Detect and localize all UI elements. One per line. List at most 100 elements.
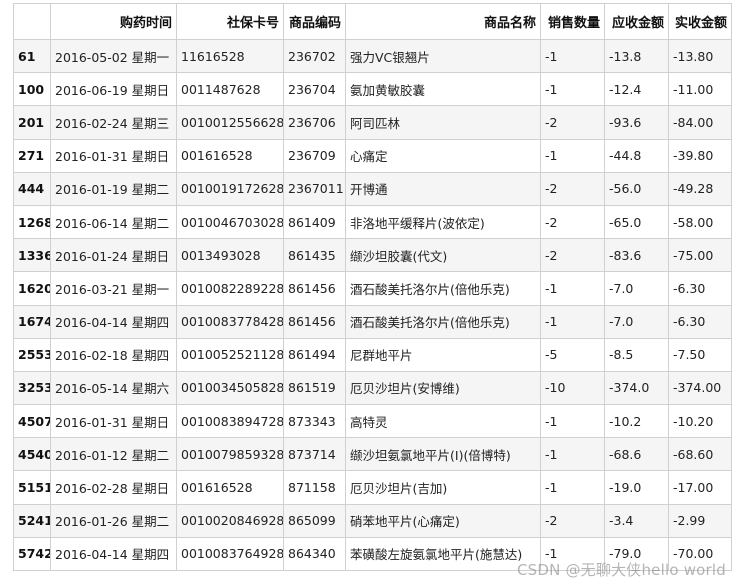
purchase-time-cell: 2016-03-21 星期一 [50,271,177,306]
sales-quantity-cell: -1 [540,470,605,505]
amount-received-cell: -7.50 [668,337,732,372]
table-row: 1674 2016-04-14 星期四 0010083778428 861456 酒石酸… [13,304,732,339]
amount-receivable-cell: -19.0 [604,470,669,505]
product-name-cell: 高特灵 [345,404,541,439]
row-index: 1674 [13,304,51,339]
table-row: 5151 2016-02-28 星期日 001616528 871158 厄贝沙坦片(吉… [13,470,732,505]
row-index: 444 [13,171,51,206]
amount-receivable-cell: -3.4 [604,503,669,538]
insurance-card-cell: 0010046703028 [176,204,284,240]
table-row: 1268 2016-06-14 星期二 0010046703028 861409 非洛地… [13,204,732,240]
product-name-cell: 非洛地平缓释片(波依定) [345,204,541,240]
amount-received-cell: -2.99 [668,503,732,538]
purchase-time-cell: 2016-01-24 星期日 [50,238,177,273]
amount-received-cell: -84.00 [668,105,732,140]
row-index: 2553 [13,337,51,372]
sales-quantity-cell: -1 [540,437,605,472]
amount-receivable-cell: -12.4 [604,72,669,107]
product-name-cell: 阿司匹林 [345,105,541,140]
sales-quantity-cell: -2 [540,503,605,538]
row-index: 3253 [13,370,51,406]
sales-quantity-cell: -2 [540,105,605,140]
sales-quantity-cell: -5 [540,337,605,372]
amount-receivable-cell: -7.0 [604,304,669,339]
amount-receivable-cell: -44.8 [604,138,669,173]
purchase-time-cell: 2016-06-14 星期二 [50,204,177,240]
product-code-cell: 861494 [283,337,346,372]
purchase-time-cell: 2016-02-24 星期三 [50,105,177,140]
sales-quantity-cell: -2 [540,171,605,206]
product-name-cell: 硝苯地平片(心痛定) [345,503,541,538]
product-code-cell: 2367011 [283,171,346,206]
row-index: 5742 [13,536,51,572]
amount-received-cell: -11.00 [668,72,732,107]
amount-receivable-cell: -65.0 [604,204,669,240]
purchase-time-header: 购药时间 [50,3,177,40]
sales-quantity-cell: -2 [540,204,605,240]
amount-received-cell: -17.00 [668,470,732,505]
insurance-card-cell: 0010019172628 [176,171,284,206]
table-row: 201 2016-02-24 星期三 0010012556628 236706 阿司匹林… [13,105,732,140]
table-row: 1620 2016-03-21 星期一 0010082289228 861456 酒石酸… [13,271,732,306]
amount-receivable-cell: -93.6 [604,105,669,140]
sales-quantity-cell: -1 [540,404,605,439]
index-header [13,3,51,40]
insurance-card-cell: 0010079859328 [176,437,284,472]
row-index: 100 [13,72,51,107]
amount-received-cell: -68.60 [668,437,732,472]
sales-quantity-cell: -1 [540,304,605,339]
sales-quantity-cell: -1 [540,271,605,306]
product-name-cell: 酒石酸美托洛尔片(倍他乐克) [345,271,541,306]
product-code-cell: 861456 [283,271,346,306]
product-code-cell: 873714 [283,437,346,472]
table-row: 444 2016-01-19 星期二 0010019172628 2367011 开博通… [13,171,732,206]
insurance-card-cell: 001616528 [176,470,284,505]
sales-quantity-cell: -2 [540,238,605,273]
product-name-cell: 厄贝沙坦片(安博维) [345,370,541,406]
amount-received-cell: -58.00 [668,204,732,240]
table-row: 2553 2016-02-18 星期四 0010052521128 861494 尼群地… [13,337,732,372]
product-code-cell: 861435 [283,238,346,273]
purchase-time-cell: 2016-04-14 星期四 [50,304,177,339]
product-code-cell: 236702 [283,38,346,74]
sales-quantity-cell: -1 [540,138,605,173]
table-row: 61 2016-05-02 星期一 11616528 236702 强力VC银翘片 -1-… [13,38,732,74]
product-name-cell: 厄贝沙坦片(吉加) [345,470,541,505]
row-index: 1620 [13,271,51,306]
insurance-card-header: 社保卡号 [176,3,284,40]
data-table: 购药时间 社保卡号 商品编码 商品名称 销售数量 应收金额 实收金额 61 201… [13,3,732,572]
product-code-header: 商品编码 [283,3,346,40]
insurance-card-cell: 0010083764928 [176,536,284,572]
product-code-cell: 873343 [283,404,346,439]
product-name-cell: 苯磺酸左旋氨氯地平片(施慧达) [345,536,541,572]
purchase-time-cell: 2016-05-02 星期一 [50,38,177,74]
amount-received-cell: -6.30 [668,271,732,306]
row-index: 4540 [13,437,51,472]
product-name-cell: 强力VC银翘片 [345,38,541,74]
row-index: 61 [13,38,51,74]
product-name-cell: 缬沙坦氨氯地平片(I)(倍博特) [345,437,541,472]
product-name-cell: 缬沙坦胶囊(代文) [345,238,541,273]
amount-receivable-cell: -10.2 [604,404,669,439]
amount-received-cell: -49.28 [668,171,732,206]
insurance-card-cell: 001616528 [176,138,284,173]
purchase-time-cell: 2016-02-18 星期四 [50,337,177,372]
row-index: 1336 [13,238,51,273]
insurance-card-cell: 0010083778428 [176,304,284,339]
purchase-time-cell: 2016-04-14 星期四 [50,536,177,572]
product-name-cell: 酒石酸美托洛尔片(倍他乐克) [345,304,541,339]
product-code-cell: 861409 [283,204,346,240]
row-index: 5241 [13,503,51,538]
amount-received-cell: -374.00 [668,370,732,406]
amount-receivable-cell: -83.6 [604,238,669,273]
insurance-card-cell: 0011487628 [176,72,284,107]
insurance-card-cell: 0010082289228 [176,271,284,306]
product-name-cell: 心痛定 [345,138,541,173]
table-row: 3253 2016-05-14 星期六 0010034505828 861519 厄贝沙… [13,370,732,406]
amount-receivable-cell: -374.0 [604,370,669,406]
amount-receivable-header: 应收金额 [604,3,669,40]
purchase-time-cell: 2016-01-31 星期日 [50,138,177,173]
insurance-card-cell: 0010012556628 [176,105,284,140]
amount-received-cell: -6.30 [668,304,732,339]
product-name-header: 商品名称 [345,3,541,40]
